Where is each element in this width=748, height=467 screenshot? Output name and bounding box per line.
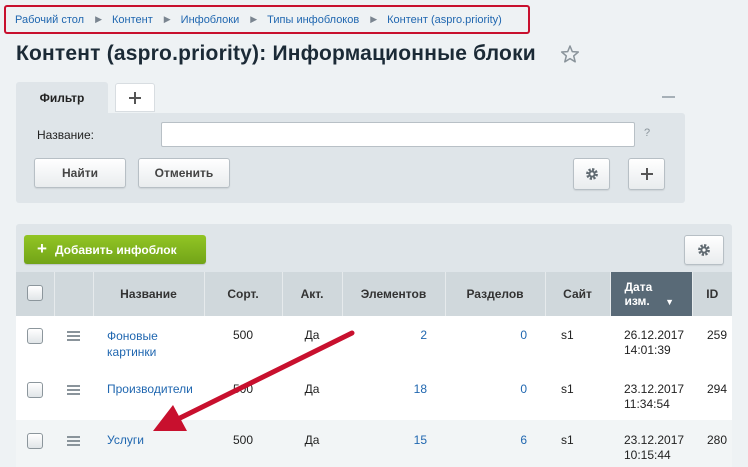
row-menu-icon[interactable]	[67, 436, 80, 448]
add-infoblock-label: Добавить инфоблок	[54, 242, 177, 257]
infoblock-name-link[interactable]: Фоновые картинки	[107, 328, 177, 360]
sort-cell: 500	[204, 370, 282, 420]
breadcrumb-item-current[interactable]: Контент (aspro.priority)	[387, 14, 502, 26]
help-icon[interactable]: ?	[644, 127, 650, 139]
page-title: Контент (aspro.priority): Информационные…	[16, 42, 536, 65]
add-filter-tab-button[interactable]	[115, 83, 155, 112]
breadcrumb-separator-icon: ▶	[250, 14, 258, 24]
site-cell: s1	[545, 316, 610, 370]
table-row[interactable]: Услуги 500 Да 15 6 s1 23.12.2017 10:15:44…	[16, 420, 732, 467]
active-cell: Да	[282, 316, 342, 370]
site-cell: s1	[545, 370, 610, 420]
column-header-date[interactable]: Дата изм. ▼	[609, 272, 692, 316]
elements-count-link[interactable]: 18	[414, 382, 427, 396]
breadcrumb-item-desktop[interactable]: Рабочий стол	[15, 14, 84, 26]
find-button[interactable]: Найти	[34, 158, 126, 188]
row-checkbox[interactable]	[27, 328, 43, 344]
gear-icon	[698, 244, 710, 256]
id-cell: 280	[692, 420, 732, 467]
row-menu-icon[interactable]	[67, 385, 80, 397]
infoblock-name-link[interactable]: Услуги	[107, 433, 144, 447]
gear-icon	[585, 168, 598, 180]
column-header-id[interactable]: ID	[691, 272, 732, 316]
id-cell: 294	[692, 370, 732, 420]
sort-cell: 500	[204, 420, 282, 467]
select-all-checkbox[interactable]	[26, 284, 43, 301]
breadcrumb-item-infoblock-types[interactable]: Типы инфоблоков	[267, 14, 359, 26]
active-cell: Да	[282, 420, 342, 467]
breadcrumb-item-infoblocks[interactable]: Инфоблоки	[181, 14, 240, 26]
add-filter-field-button[interactable]	[628, 158, 665, 190]
infoblocks-table: Название Сорт. Акт. Элементов Разделов С…	[16, 272, 732, 467]
breadcrumb-item-content[interactable]: Контент	[112, 14, 153, 26]
sections-count-link[interactable]: 0	[520, 382, 527, 396]
plus-icon: +	[37, 238, 47, 258]
sort-cell: 500	[204, 316, 282, 370]
time-value: 10:15:44	[624, 448, 671, 462]
name-filter-label: Название:	[37, 128, 94, 142]
id-cell: 259	[692, 316, 732, 370]
favorite-star-icon[interactable]	[560, 44, 580, 64]
column-header-elements[interactable]: Элементов	[341, 272, 445, 316]
date-value: 26.12.2017	[624, 328, 685, 342]
row-menu-icon[interactable]	[67, 331, 80, 343]
table-header-row: Название Сорт. Акт. Элементов Разделов С…	[16, 272, 732, 316]
breadcrumb-separator-icon: ▶	[95, 14, 102, 24]
breadcrumb: Рабочий стол ▶ Контент ▶ Инфоблоки ▶ Тип…	[4, 5, 530, 34]
time-value: 11:34:54	[624, 397, 670, 411]
select-all-header	[16, 272, 54, 316]
infoblock-name-link[interactable]: Производители	[107, 382, 193, 396]
elements-count-link[interactable]: 15	[414, 433, 427, 447]
breadcrumb-separator-icon: ▶	[370, 14, 378, 24]
cancel-button[interactable]: Отменить	[138, 158, 230, 188]
list-settings-button[interactable]	[684, 235, 724, 265]
column-header-name[interactable]: Название	[92, 272, 204, 316]
date-cell: 23.12.2017 11:34:54	[610, 370, 692, 420]
site-cell: s1	[545, 420, 610, 467]
table-row[interactable]: Производители 500 Да 18 0 s1 23.12.2017 1…	[16, 370, 732, 420]
filter-tab[interactable]: Фильтр	[16, 82, 108, 114]
collapse-filter-button[interactable]	[662, 96, 675, 98]
plus-icon	[640, 168, 653, 180]
actions-header	[53, 272, 93, 316]
row-checkbox[interactable]	[27, 433, 43, 449]
sort-desc-icon: ▼	[665, 296, 675, 307]
sections-count-link[interactable]: 0	[520, 328, 527, 342]
elements-count-link[interactable]: 2	[420, 328, 427, 342]
column-header-active[interactable]: Акт.	[281, 272, 342, 316]
add-infoblock-button[interactable]: + Добавить инфоблок	[24, 235, 206, 264]
date-value: 23.12.2017	[624, 433, 685, 447]
sections-count-link[interactable]: 6	[520, 433, 527, 447]
column-header-sections[interactable]: Разделов	[444, 272, 545, 316]
name-filter-input[interactable]	[161, 122, 635, 147]
plus-icon	[129, 91, 141, 104]
column-header-date-line1: Дата	[624, 279, 653, 294]
active-cell: Да	[282, 370, 342, 420]
column-header-date-line2: изм.	[624, 293, 650, 308]
breadcrumb-separator-icon: ▶	[163, 14, 171, 24]
column-header-site[interactable]: Сайт	[544, 272, 610, 316]
column-header-sort[interactable]: Сорт.	[203, 272, 282, 316]
date-value: 23.12.2017	[624, 382, 685, 396]
filter-settings-button[interactable]	[573, 158, 610, 190]
table-row[interactable]: Фоновые картинки 500 Да 2 0 s1 26.12.201…	[16, 316, 732, 370]
row-checkbox[interactable]	[27, 382, 43, 398]
date-cell: 23.12.2017 10:15:44	[610, 420, 692, 467]
time-value: 14:01:39	[624, 343, 671, 357]
date-cell: 26.12.2017 14:01:39	[610, 316, 692, 370]
